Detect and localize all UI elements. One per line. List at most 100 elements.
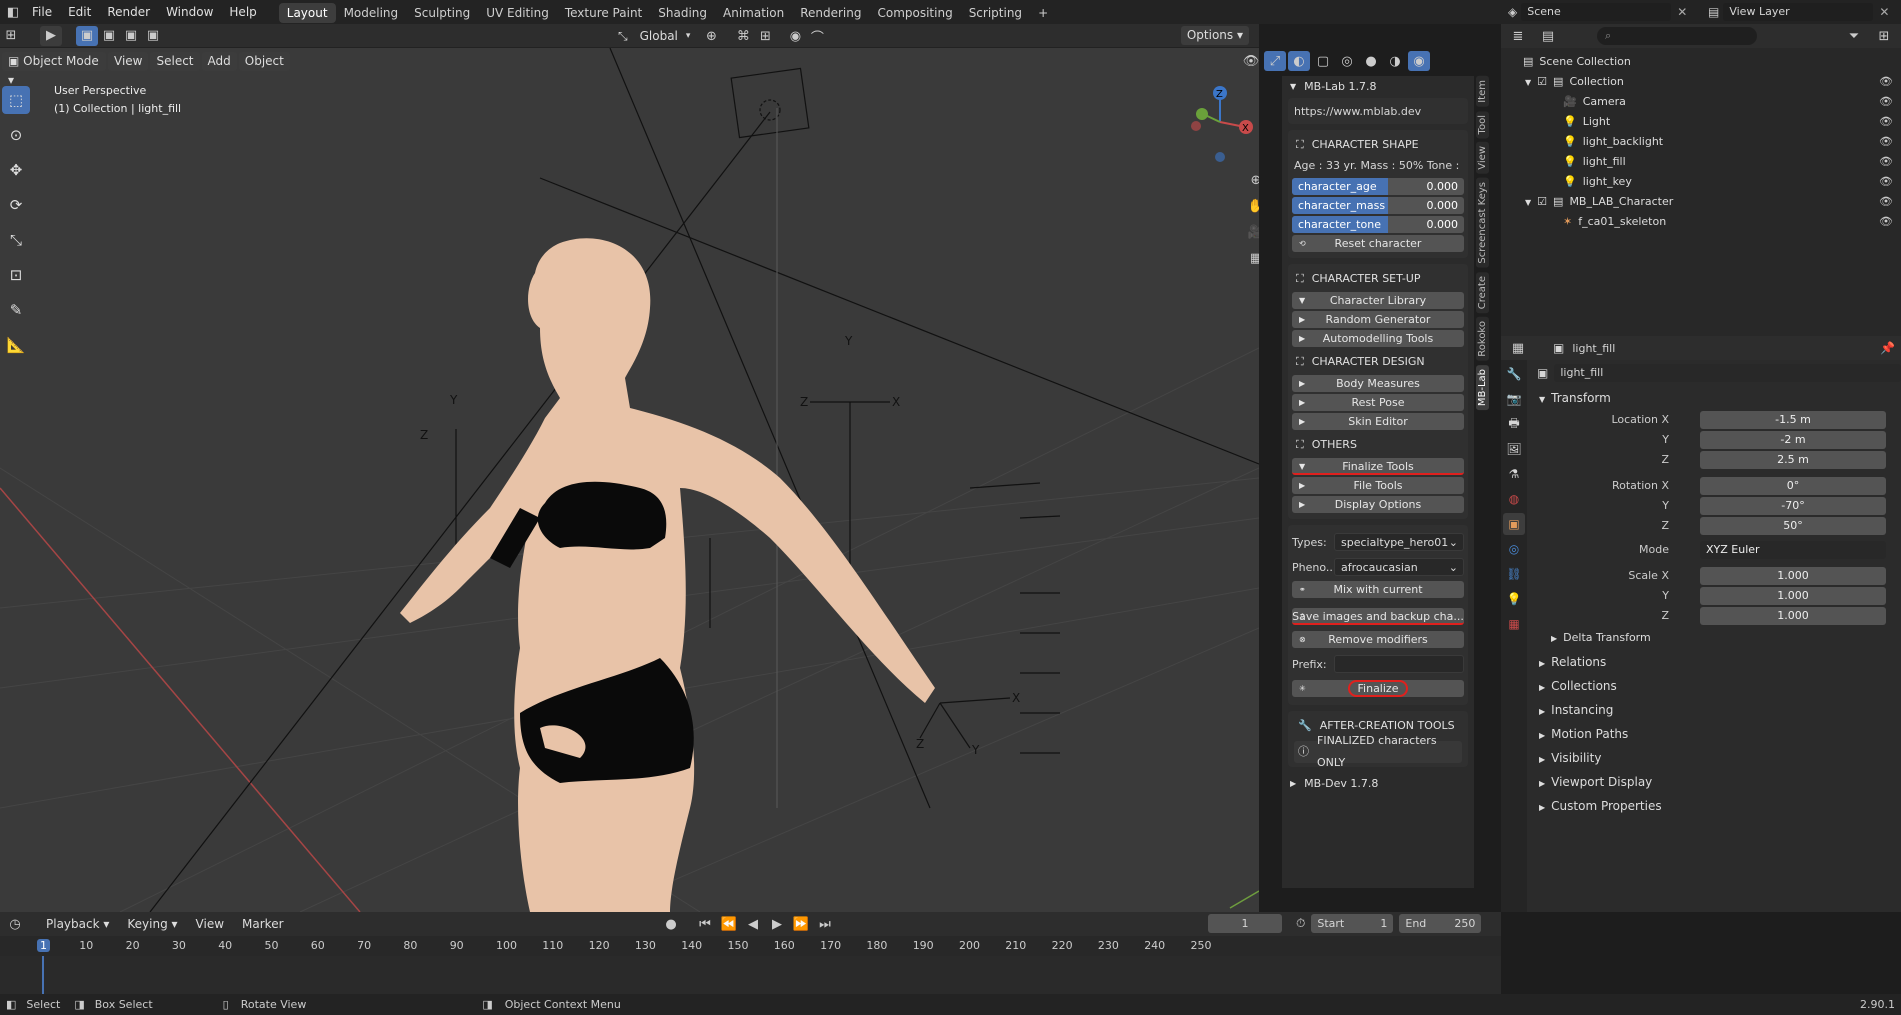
workspace-tab-uv-editing[interactable]: UV Editing <box>478 3 557 23</box>
tab-item[interactable]: Item <box>1476 76 1489 107</box>
rotation-y-field[interactable]: -70° <box>1700 497 1886 515</box>
skin-editor-button[interactable]: ▶ Skin Editor <box>1292 413 1464 430</box>
wireframe-shading-icon[interactable]: ◎ <box>1336 51 1358 71</box>
menu-select[interactable]: Select <box>150 51 200 71</box>
proportional-edit-icon[interactable]: ◉ <box>784 26 806 46</box>
remove-modifiers-button[interactable]: ⊗ Remove modifiers <box>1292 631 1464 648</box>
filter-icon[interactable]: ⏷ <box>1843 26 1865 46</box>
menu-help[interactable]: Help <box>221 0 264 24</box>
scale-z-field[interactable]: 1.000 <box>1700 607 1886 625</box>
zoom-icon[interactable]: ⊕ <box>1245 170 1259 190</box>
tab-create[interactable]: Create <box>1476 271 1489 313</box>
tab-mblab[interactable]: MB-Lab <box>1476 364 1489 410</box>
editor-type-icon[interactable]: ◧ <box>2 2 24 22</box>
timeline-track[interactable] <box>0 956 1501 996</box>
add-workspace-icon[interactable]: + <box>1030 3 1056 23</box>
tool-properties-icon[interactable]: 🔧 <box>1503 363 1525 385</box>
outliner-row-skeleton[interactable]: ✶ f_ca01_skeleton 👁 <box>1501 212 1901 232</box>
rotation-z-field[interactable]: 50° <box>1700 517 1886 535</box>
eye-icon[interactable]: 👁 <box>1879 132 1893 152</box>
jump-end-icon[interactable]: ⏭ <box>814 914 836 934</box>
tab-view[interactable]: View <box>1476 142 1489 174</box>
phenotype-dropdown[interactable]: afrocaucasian ⌄ <box>1334 558 1464 576</box>
keying-menu[interactable]: Keying ▾ <box>121 915 183 934</box>
world-properties-icon[interactable]: ◍ <box>1503 488 1525 510</box>
editor-type-icon[interactable]: ▦ <box>1507 338 1529 358</box>
character-mass-slider[interactable]: character_mass 0.000 <box>1292 197 1464 214</box>
rotation-mode-dropdown[interactable]: XYZ Euler <box>1700 541 1886 559</box>
snap-target-icon[interactable]: ⊞ <box>754 26 776 46</box>
eye-icon[interactable]: 👁 <box>1879 192 1893 212</box>
pin-icon[interactable]: 📌 <box>1880 341 1895 355</box>
jump-start-icon[interactable]: ⏮ <box>694 914 716 934</box>
start-frame-field[interactable]: Start 1 <box>1311 914 1394 933</box>
eye-icon[interactable]: 👁 <box>1879 172 1893 192</box>
options-button[interactable]: Options ▾ <box>1180 26 1249 45</box>
move-tool-icon[interactable]: ✥ <box>2 156 30 184</box>
character-age-slider[interactable]: character_age 0.000 <box>1292 178 1464 195</box>
rendered-shading-icon[interactable]: ◉ <box>1408 51 1430 71</box>
outliner-row-light-fill[interactable]: 💡 light_fill 👁 <box>1501 152 1901 172</box>
editor-type-icon[interactable]: ◷ <box>4 914 26 934</box>
cursor-tool-icon[interactable]: ⊙ <box>2 121 30 149</box>
end-frame-field[interactable]: End 250 <box>1399 914 1482 933</box>
falloff-icon[interactable]: ⌒ <box>806 26 828 46</box>
motion-paths-panel[interactable]: ▶ Motion Paths <box>1527 722 1901 746</box>
outliner-row-light[interactable]: 💡 Light 👁 <box>1501 112 1901 132</box>
annotate-tool-icon[interactable]: ✎ <box>2 296 30 324</box>
outliner-row-mblab-character[interactable]: ▼ ☑ ▤ MB_LAB_Character 👁 <box>1501 192 1901 212</box>
outliner-search-input[interactable]: ⌕ <box>1597 27 1757 45</box>
marker-menu[interactable]: Marker <box>236 915 289 934</box>
view-layer-selector[interactable]: ▤ View Layer ✕ <box>1708 2 1889 22</box>
object-name-field[interactable]: light_fill <box>1554 364 1901 382</box>
view-layer-properties-icon[interactable]: 🖼 <box>1503 438 1525 460</box>
play-reverse-icon[interactable]: ◀ <box>742 914 764 934</box>
location-y-field[interactable]: -2 m <box>1700 431 1886 449</box>
workspace-tab-texture-paint[interactable]: Texture Paint <box>557 3 650 23</box>
collections-panel[interactable]: ▶ Collections <box>1527 674 1901 698</box>
select-box-tool-icon[interactable]: ⬚ <box>2 86 30 114</box>
mbdev-panel-header[interactable]: ▶ MB-Dev 1.7.8 <box>1282 773 1474 795</box>
finalize-button[interactable]: ✳ Finalize <box>1292 680 1464 697</box>
render-properties-icon[interactable]: 📷 <box>1503 388 1525 410</box>
snap-icon[interactable]: ⌘ <box>732 26 754 46</box>
solid-shading-icon[interactable]: ● <box>1360 51 1382 71</box>
visibility-icon[interactable]: 👁 <box>1240 51 1262 71</box>
workspace-tab-scripting[interactable]: Scripting <box>961 3 1030 23</box>
body-measures-button[interactable]: ▶ Body Measures <box>1292 375 1464 392</box>
overlay-icon[interactable]: ◐ <box>1288 51 1310 71</box>
menu-render[interactable]: Render <box>99 0 158 24</box>
navigation-gizmo[interactable]: Z X <box>1185 84 1255 164</box>
transform-tool-icon[interactable]: ⊡ <box>2 261 30 289</box>
transform-orientation-dropdown[interactable]: Global <box>634 27 684 46</box>
playback-menu[interactable]: Playback ▾ <box>40 915 115 934</box>
eye-icon[interactable]: 👁 <box>1879 72 1893 92</box>
outliner-row-camera[interactable]: 🎥 Camera 👁 <box>1501 92 1901 112</box>
workspace-tab-shading[interactable]: Shading <box>650 3 715 23</box>
frame-ruler[interactable]: 1 10 20 30 40 50 60 70 80 90 100 110 120 130 140 150 160… <box>0 936 1501 956</box>
outliner-row-light-backlight[interactable]: 💡 light_backlight 👁 <box>1501 132 1901 152</box>
character-tone-slider[interactable]: character_tone 0.000 <box>1292 216 1464 233</box>
menu-file[interactable]: File <box>24 0 60 24</box>
display-mode-icon[interactable]: ▤ <box>1537 26 1559 46</box>
workspace-tab-modeling[interactable]: Modeling <box>336 3 407 23</box>
timeline-view-menu[interactable]: View <box>190 915 230 934</box>
select-mode-new-icon[interactable]: ▣ <box>76 25 98 46</box>
measure-tool-icon[interactable]: 📐 <box>2 331 30 359</box>
scale-tool-icon[interactable]: ⤡ <box>2 226 30 254</box>
tab-screencast-keys[interactable]: Screencast Keys <box>1476 177 1489 268</box>
delta-transform-header[interactable]: ▶ Delta Transform <box>1527 626 1901 650</box>
material-shading-icon[interactable]: ◑ <box>1384 51 1406 71</box>
tab-tool[interactable]: Tool <box>1476 110 1489 139</box>
pan-hand-icon[interactable]: ✋ <box>1245 196 1259 216</box>
gizmo-icon[interactable]: ⤢ <box>1264 51 1286 71</box>
automodelling-tools-button[interactable]: ▶ Automodelling Tools <box>1292 330 1464 347</box>
menu-view[interactable]: View <box>108 51 149 71</box>
character-library-button[interactable]: ▼ Character Library <box>1292 292 1464 309</box>
transform-panel-header[interactable]: ▼ Transform <box>1527 386 1901 410</box>
display-options-button[interactable]: ▶ Display Options <box>1292 496 1464 513</box>
select-tool-icon[interactable]: ▶ <box>40 25 62 46</box>
reset-character-button[interactable]: ⟲ Reset character <box>1292 235 1464 252</box>
types-dropdown[interactable]: specialtype_hero01 ⌄ <box>1334 533 1464 551</box>
workspace-tab-rendering[interactable]: Rendering <box>792 3 869 23</box>
